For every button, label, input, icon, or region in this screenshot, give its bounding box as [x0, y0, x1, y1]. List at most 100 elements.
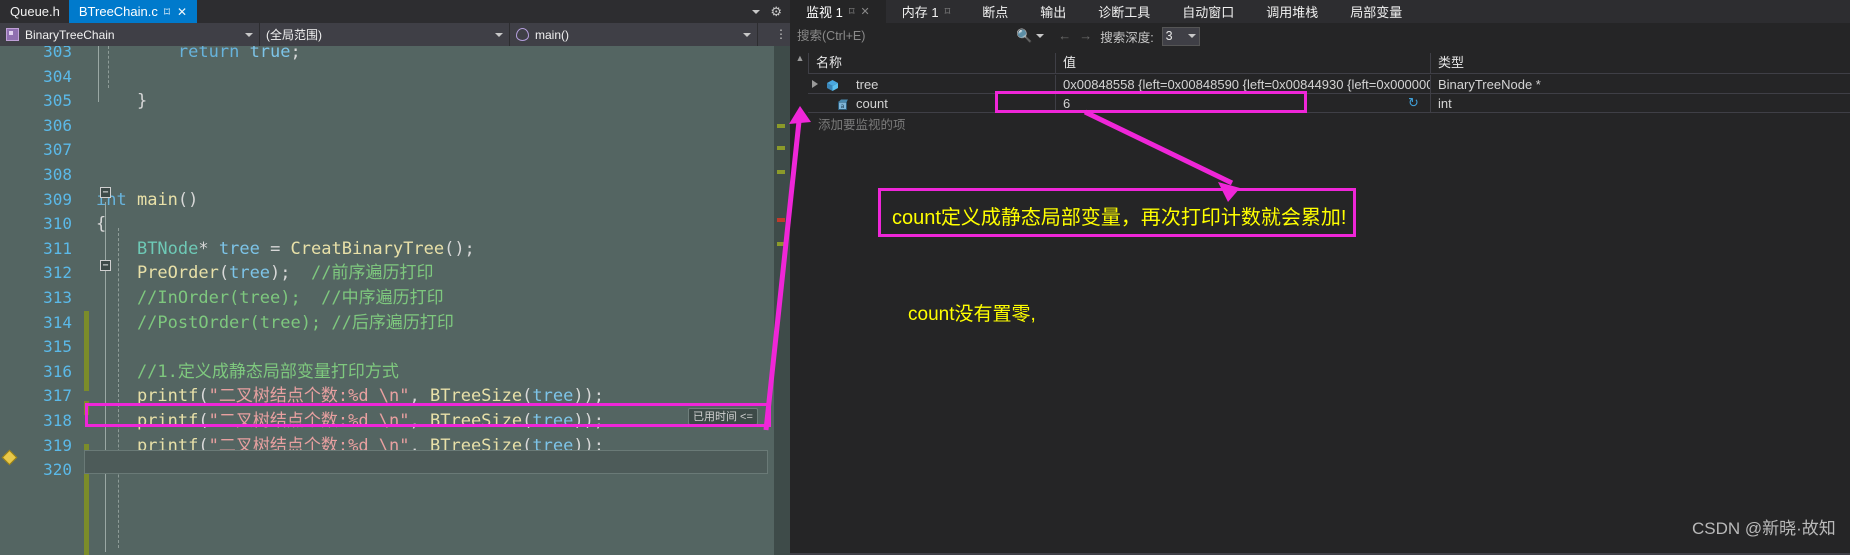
code-token: () — [177, 189, 199, 210]
indent-guide — [108, 46, 109, 88]
code-line[interactable]: //PostOrder(tree); //后序遍历打印 — [96, 311, 454, 336]
code-token: //InOrder(tree); //中序遍历打印 — [96, 288, 444, 308]
chevron-down-icon[interactable] — [752, 9, 761, 14]
add-watch-placeholder[interactable]: 添加要监视的项 — [818, 114, 906, 133]
line-number: 315 — [43, 337, 72, 357]
editor-navigation-bar: BinaryTreeChain (全局范围) main() ⋮ — [0, 23, 790, 46]
close-icon[interactable]: ✕ — [176, 5, 188, 19]
grid-column-header[interactable]: 值 — [1055, 53, 1430, 73]
editor-vertical-scrollbar[interactable] — [774, 46, 790, 555]
current-line-highlight — [84, 450, 768, 474]
pin-icon[interactable]: ⌑ — [945, 5, 951, 18]
debug-tab-label: 监视 1 — [806, 5, 843, 20]
line-number: 311 — [43, 238, 72, 258]
line-number: 305 — [43, 91, 72, 111]
code-line[interactable]: int main() — [96, 188, 198, 213]
code-token: = — [259, 238, 291, 259]
line-number: 312 — [43, 263, 72, 283]
search-depth-spinner[interactable]: 3 — [1161, 26, 1200, 46]
current-statement-arrow-icon — [1, 449, 18, 466]
line-number: 309 — [43, 189, 72, 209]
line-number: 314 — [43, 312, 72, 332]
annotation-rect-line-318 — [85, 403, 771, 427]
split-view-icon[interactable]: ⋮ — [774, 26, 788, 43]
nav-project-dropdown[interactable]: BinaryTreeChain — [0, 23, 260, 46]
line-number: 317 — [43, 386, 72, 406]
breakpoint-glyph-margin[interactable] — [0, 46, 20, 555]
scrollbar-marker — [777, 146, 785, 150]
debug-tab-3[interactable]: 输出 — [1024, 0, 1082, 23]
expand-chevron-icon[interactable] — [812, 80, 818, 88]
collapse-toggle-preorder[interactable]: − — [100, 260, 111, 271]
scrollbar-marker — [777, 170, 785, 174]
code-token: ); — [270, 263, 311, 284]
search-icon[interactable]: 🔍 — [1016, 26, 1032, 46]
code-line[interactable]: } — [96, 89, 147, 114]
indent-guide — [118, 228, 119, 548]
code-line[interactable]: PreOrder(tree); //前序遍历打印 — [96, 261, 434, 286]
debug-tab-label: 输出 — [1040, 5, 1067, 20]
editor-tab-queue-h[interactable]: Queue.h — [0, 0, 69, 23]
grid-header-underline — [808, 73, 1850, 74]
debug-tab-0[interactable]: 监视 1 ⌑ ✕ — [790, 0, 886, 23]
code-line[interactable]: //1.定义成静态局部变量打印方式 — [96, 360, 399, 385]
change-indicator-bar — [84, 311, 89, 391]
close-icon[interactable]: ✕ — [861, 5, 870, 18]
code-token: true — [249, 46, 291, 62]
debug-tab-1[interactable]: 内存 1 ⌑ — [886, 0, 967, 23]
nav-project-label: BinaryTreeChain — [25, 27, 115, 42]
debug-tab-6[interactable]: 调用堆栈 — [1250, 0, 1334, 23]
code-token: //PostOrder(tree); //后序遍历打印 — [96, 312, 454, 333]
fold-guide-line — [105, 202, 106, 552]
grid-column-header[interactable]: 类型 — [1430, 53, 1850, 73]
chevron-down-icon[interactable] — [1036, 34, 1045, 38]
code-line[interactable]: BTNode* tree = CreatBinaryTree(); — [96, 237, 475, 262]
watch-row[interactable]: tree 0x00848558 {left=0x00848590 {left=0x… — [808, 75, 1850, 94]
gear-icon[interactable]: ⚙ — [770, 4, 782, 20]
grid-column-header[interactable]: 名称 — [808, 53, 1055, 73]
editor-tab-overflow-tools: ⚙ — [752, 0, 790, 23]
chevron-down-icon[interactable] — [495, 32, 503, 37]
line-number: 310 — [43, 214, 72, 234]
line-number: 303 — [43, 46, 72, 61]
debug-tab-7[interactable]: 局部变量 — [1334, 0, 1418, 23]
debug-tab-label: 调用堆栈 — [1266, 5, 1319, 20]
code-text-layer[interactable]: return true; } int main(){ BTNode* tree =… — [96, 46, 790, 555]
debug-tab-5[interactable]: 自动窗口 — [1166, 0, 1250, 23]
debug-tab-label: 诊断工具 — [1098, 5, 1151, 20]
editor-tab-btreechain-c[interactable]: BTreeChain.c ⌑ ✕ — [68, 0, 198, 23]
arrow-right-icon[interactable]: → — [1079, 26, 1092, 46]
search-input[interactable]: 搜索(Ctrl+E) — [796, 26, 1008, 46]
arrow-left-icon[interactable]: ← — [1058, 26, 1071, 46]
collapse-toggle-main[interactable]: − — [100, 187, 111, 198]
annotation-callout-text: count定义成静态局部变量，再次打印计数就会累加! — [892, 207, 1347, 229]
refresh-icon[interactable]: ↻ — [1408, 95, 1419, 111]
watch-type-cell: BinaryTreeNode * — [1430, 75, 1850, 94]
debug-tab-label: 局部变量 — [1350, 5, 1403, 20]
pin-icon[interactable]: ⌑ — [163, 5, 171, 19]
code-token: ; — [290, 46, 301, 62]
chevron-down-icon[interactable] — [245, 32, 253, 37]
search-depth-label: 搜索深度: — [1100, 30, 1154, 45]
editor-tab-label: Queue.h — [10, 4, 60, 19]
nav-member-dropdown[interactable]: main() — [510, 23, 758, 46]
chevron-down-icon[interactable] — [743, 32, 751, 37]
code-token: tree — [229, 263, 271, 284]
watch-row[interactable]: count a 6 int ↻ — [808, 94, 1850, 113]
debug-tab-2[interactable]: 断点 — [966, 0, 1024, 23]
code-line[interactable]: //InOrder(tree); //中序遍历打印 — [96, 286, 444, 311]
code-editor-surface[interactable]: 303 304 305 306 307 308 309 310 311 312 313 314 315 3… — [0, 46, 790, 555]
code-line[interactable]: return true; — [96, 46, 301, 65]
code-token: * — [198, 238, 209, 259]
debug-tab-label: 断点 — [982, 5, 1009, 20]
fold-guide-line — [98, 46, 99, 102]
nav-scope-dropdown[interactable]: (全局范围) — [260, 23, 510, 46]
debug-tool-window: 监视 1 ⌑ ✕ 内存 1 ⌑ 断点 输出 诊断工具 自动窗口 调用堆栈 局部变量 搜索(Ctrl+… — [790, 0, 1850, 555]
debug-tab-4[interactable]: 诊断工具 — [1082, 0, 1166, 23]
chevron-down-icon[interactable] — [1187, 34, 1196, 38]
pin-icon[interactable]: ⌑ — [849, 5, 855, 18]
line-number: 316 — [43, 361, 72, 381]
code-token: tree — [218, 238, 260, 259]
code-token: CreatBinaryTree — [290, 238, 445, 259]
